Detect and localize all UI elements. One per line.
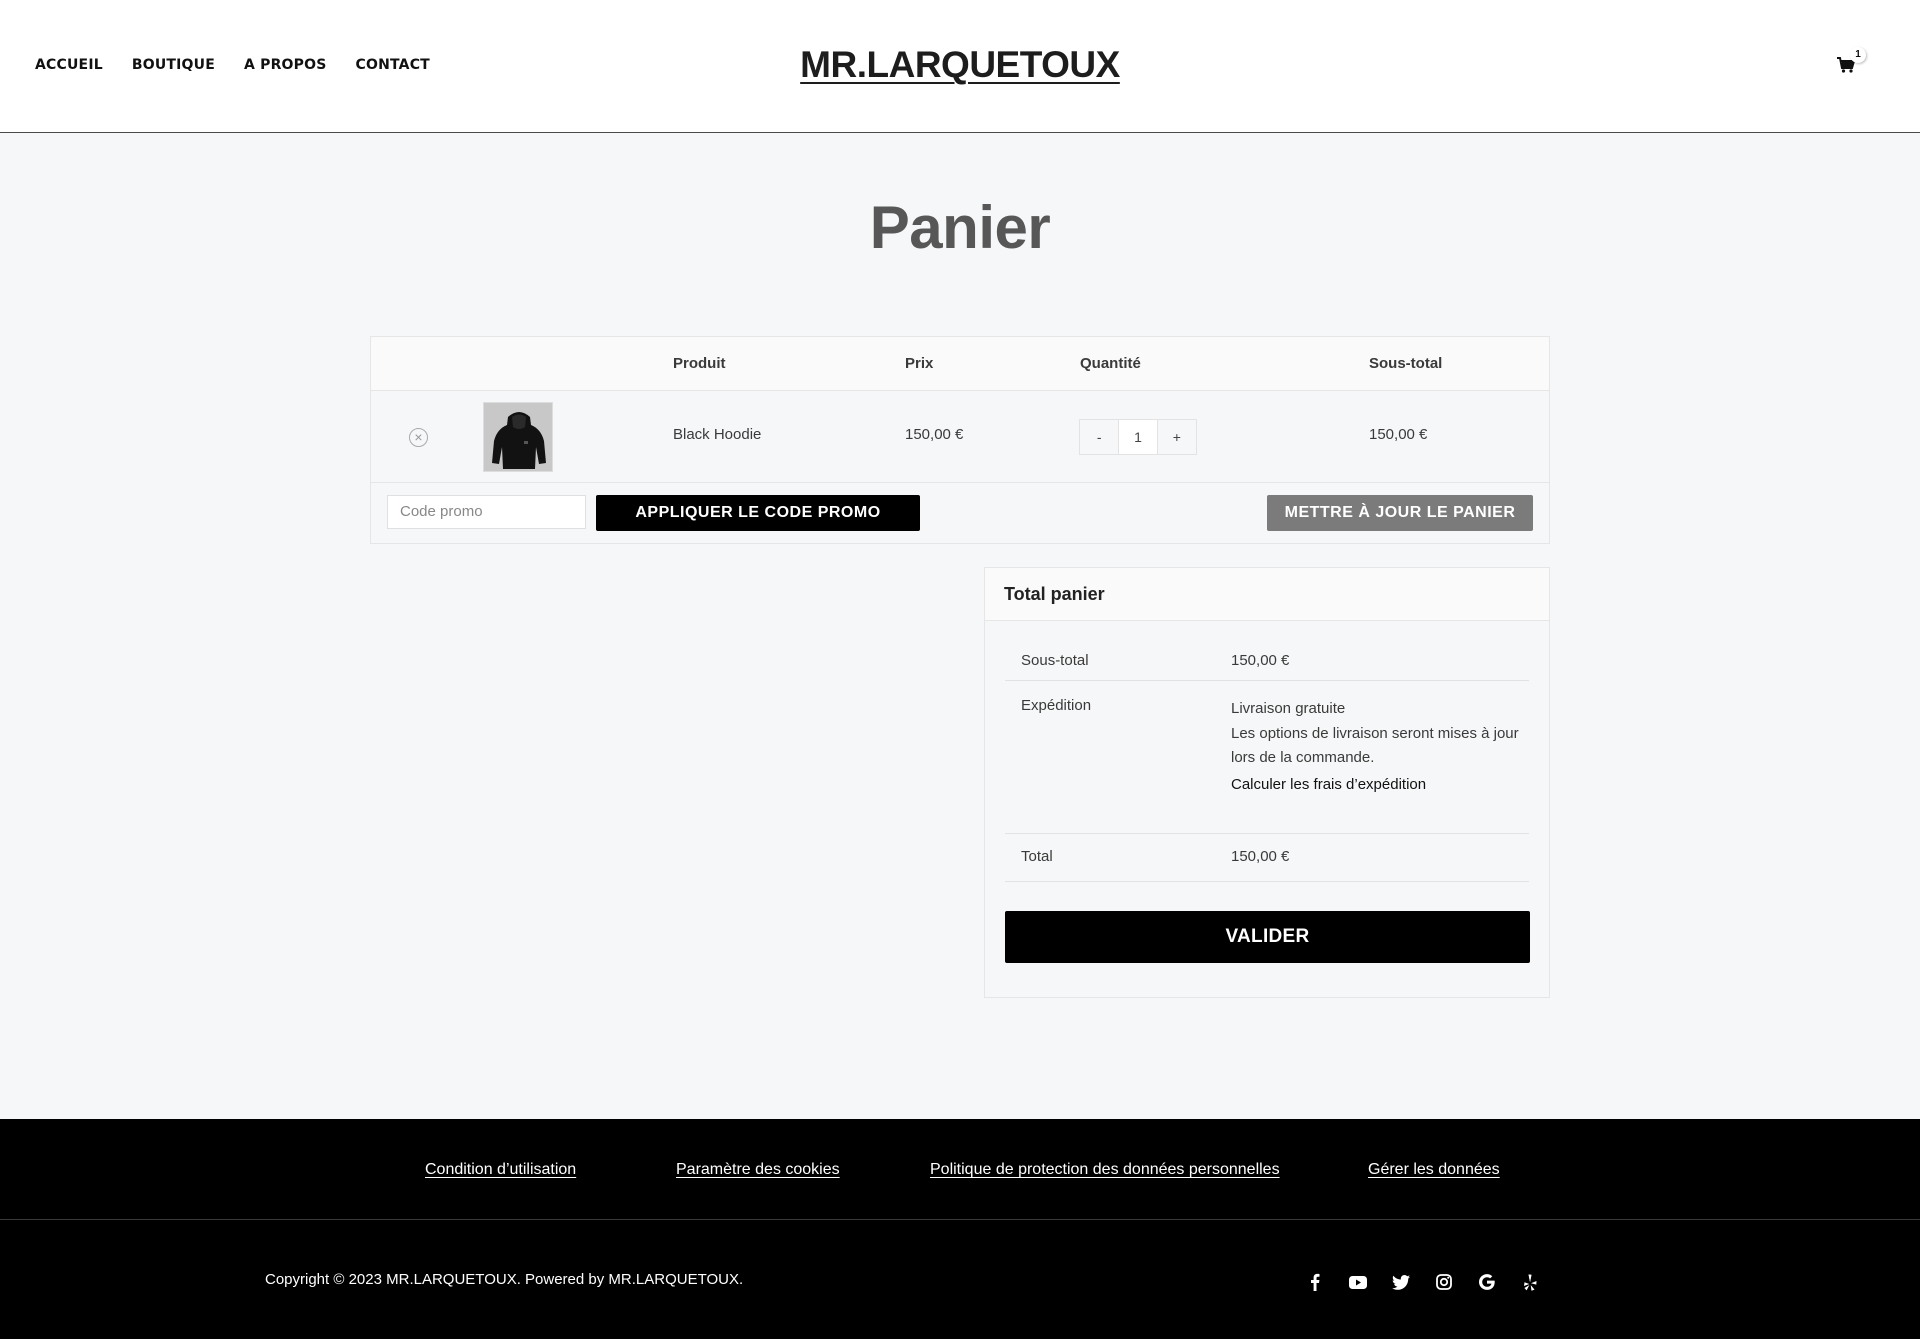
product-thumbnail[interactable] [483,402,553,472]
subtotal-row: Sous-total 150,00 € [1005,621,1529,681]
google-icon[interactable] [1477,1272,1497,1292]
footer-links-bar: Condition d’utilisation Paramètre des co… [0,1119,1920,1220]
calculate-shipping-link[interactable]: Calculer les frais d’expédition [1231,776,1426,793]
total-value: 150,00 € [1231,848,1290,865]
footer-bottom: Copyright © 2023 MR.LARQUETOUX. Powered … [0,1220,1920,1339]
header-price: Prix [905,355,934,372]
site-logo[interactable]: MR.LARQUETOUX [800,44,1120,85]
footer-link-data[interactable]: Gérer les données [1368,1161,1500,1179]
twitter-icon[interactable] [1391,1272,1411,1292]
cart-item-row: × Black Hoodie 150,00 € - 1 + 150,00 € [371,391,1549,483]
logo-wrapper: MR.LARQUETOUX [0,44,1920,86]
apply-coupon-button[interactable]: APPLIQUER LE CODE PROMO [596,495,920,531]
site-header: ACCUEIL BOUTIQUE A PROPOS CONTACT MR.LAR… [0,0,1920,133]
product-name[interactable]: Black Hoodie [673,426,761,443]
yelp-icon[interactable] [1520,1272,1540,1292]
copyright-text: Copyright © 2023 MR.LARQUETOUX. Powered … [265,1271,744,1288]
cart-totals-header: Total panier [985,568,1549,621]
remove-item-icon[interactable]: × [409,428,428,447]
quantity-decrease-button[interactable]: - [1080,420,1118,454]
subtotal-value: 150,00 € [1231,652,1290,669]
product-subtotal: 150,00 € [1369,426,1428,443]
checkout-button[interactable]: VALIDER [1005,911,1530,963]
shipping-method: Livraison gratuite [1231,700,1346,717]
header-quantity: Quantité [1080,355,1141,372]
cart-totals: Total panier Sous-total 150,00 € Expédit… [984,567,1550,998]
header-subtotal: Sous-total [1369,355,1443,372]
footer-link-privacy[interactable]: Politique de protection des données pers… [930,1161,1280,1179]
shipping-row: Expédition Livraison gratuite Les option… [1005,681,1529,834]
cart-actions: Code promo APPLIQUER LE CODE PROMO METTR… [371,483,1549,545]
quantity-increase-button[interactable]: + [1158,420,1196,454]
coupon-code-input[interactable]: Code promo [387,495,586,529]
shipping-label: Expédition [1021,697,1092,714]
quantity-input[interactable]: 1 [1118,420,1158,454]
quantity-stepper: - 1 + [1079,419,1197,455]
cart-table-header: Produit Prix Quantité Sous-total [371,337,1549,391]
footer-link-terms[interactable]: Condition d’utilisation [425,1161,576,1179]
subtotal-label: Sous-total [1021,652,1089,669]
youtube-icon[interactable] [1348,1272,1368,1292]
cart-totals-title: Total panier [1004,584,1105,604]
hoodie-image [484,403,552,471]
cart-table: Produit Prix Quantité Sous-total × Black… [370,336,1550,544]
header-product: Produit [673,355,726,372]
shipping-note: Les options de livraison seront mises à … [1231,725,1519,766]
total-label: Total [1021,848,1053,865]
update-cart-button[interactable]: METTRE À JOUR LE PANIER [1267,495,1533,531]
total-row: Total 150,00 € [1005,834,1529,882]
product-price: 150,00 € [905,426,964,443]
instagram-icon[interactable] [1434,1272,1454,1292]
facebook-icon[interactable] [1305,1272,1325,1292]
page-title: Panier [869,194,1051,261]
footer-link-cookies[interactable]: Paramètre des cookies [676,1161,840,1179]
cart-count-badge: 1 [1850,47,1866,63]
